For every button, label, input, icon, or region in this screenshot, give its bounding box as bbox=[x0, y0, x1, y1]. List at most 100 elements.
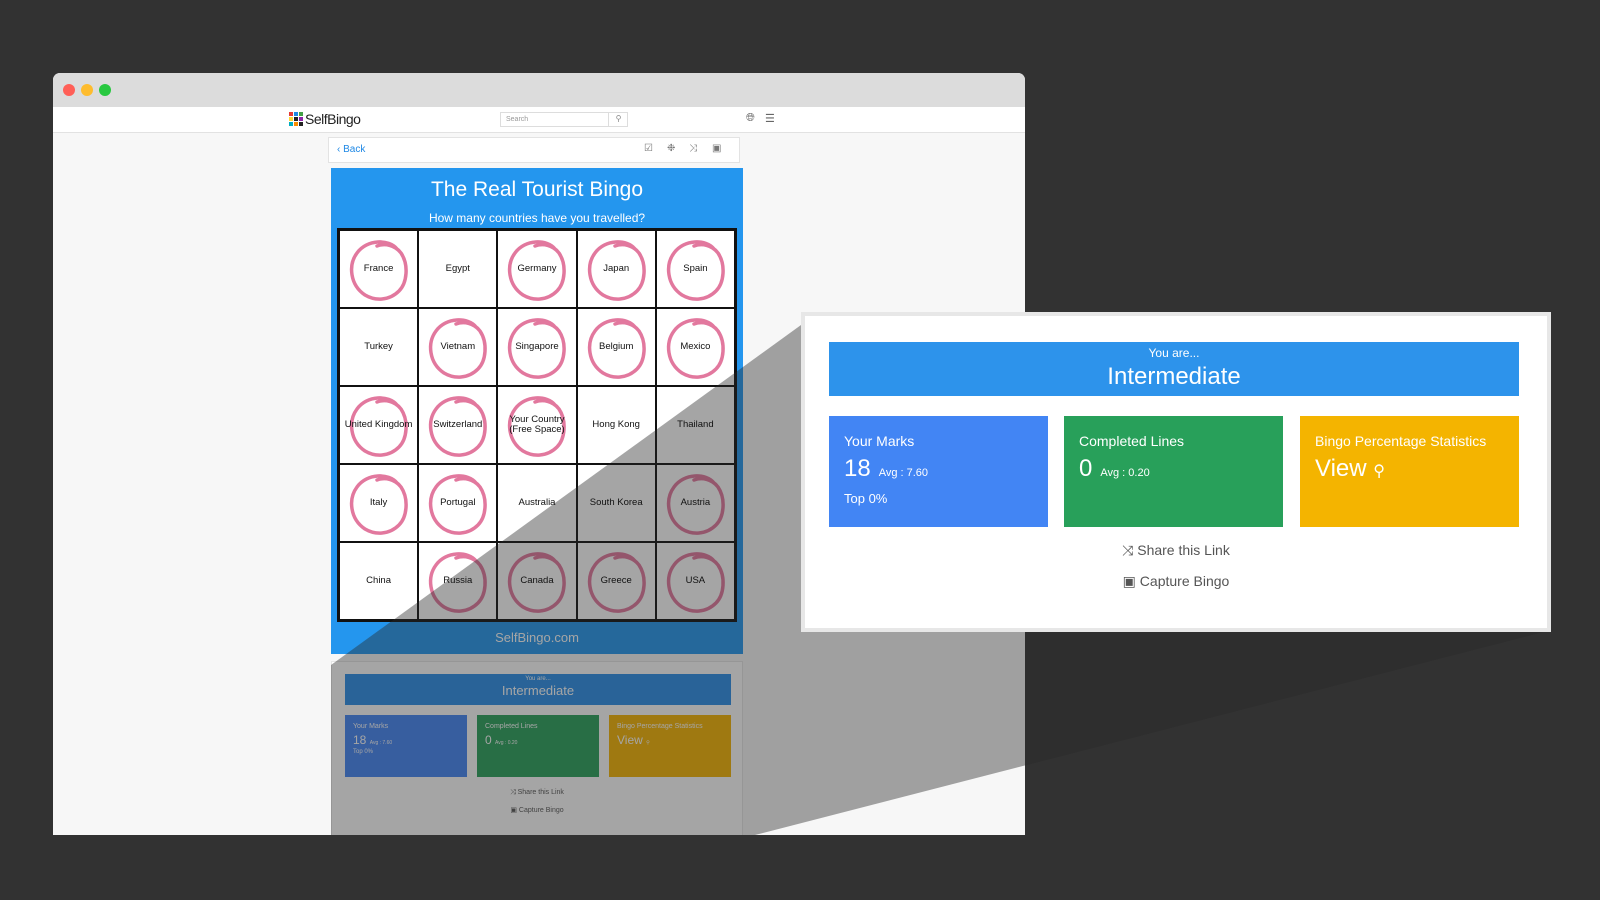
menu-icon[interactable]: ☰ bbox=[765, 112, 775, 125]
lines-value: 0 bbox=[1079, 455, 1093, 482]
search-icon: ⚲ bbox=[1373, 463, 1385, 480]
bingo-cell[interactable]: Thailand bbox=[655, 386, 735, 464]
bingo-cell[interactable]: Hong Kong bbox=[576, 386, 656, 464]
bingo-cell[interactable]: Mexico bbox=[655, 308, 735, 386]
level-banner-small: You are... Intermediate bbox=[345, 674, 731, 705]
bingo-cell-label: Canada bbox=[520, 574, 554, 586]
bingo-cell-label: Greece bbox=[600, 574, 632, 586]
logo-text: SelfBingo bbox=[305, 111, 361, 127]
bingo-cell[interactable]: Australia bbox=[497, 464, 577, 542]
marks-title: Your Marks bbox=[844, 433, 915, 449]
level-label: Intermediate bbox=[501, 683, 575, 698]
bingo-cell-label: China bbox=[366, 574, 391, 586]
back-button[interactable]: ‹ Back bbox=[337, 144, 365, 155]
bingo-cell-label: Turkey bbox=[364, 340, 393, 352]
marks-box-small: Your Marks 18 Avg : 7.60 Top 0% bbox=[345, 715, 467, 777]
share-icon[interactable]: ⤨ bbox=[689, 143, 697, 154]
bingo-cell[interactable]: Switzerland bbox=[418, 386, 498, 464]
you-are-label: You are... bbox=[525, 676, 551, 682]
bingo-cell[interactable]: France bbox=[339, 230, 419, 308]
level-label: Intermediate bbox=[1107, 363, 1241, 390]
you-are-label: You are... bbox=[1148, 346, 1200, 360]
share-icon: ⤨ bbox=[510, 789, 516, 796]
bingo-cell[interactable]: Belgium bbox=[576, 308, 656, 386]
marks-box: Your Marks 18 Avg : 7.60 Top 0% bbox=[829, 416, 1048, 527]
bingo-cell-label: Japan bbox=[603, 262, 630, 274]
site-logo[interactable]: SelfBingo bbox=[289, 111, 361, 127]
bingo-cell[interactable]: Egypt bbox=[418, 230, 498, 308]
marks-top: Top 0% bbox=[844, 491, 888, 506]
search-icon[interactable]: ⚲ bbox=[608, 112, 628, 127]
level-banner: You are... Intermediate bbox=[829, 342, 1519, 396]
stats-view-link[interactable]: View bbox=[1315, 455, 1367, 482]
bingo-cell-label: Belgium bbox=[599, 340, 634, 352]
marks-title: Your Marks bbox=[353, 723, 389, 730]
minimize-window-button[interactable] bbox=[81, 84, 93, 96]
marks-avg: Avg : 7.60 bbox=[369, 740, 393, 746]
bingo-cell[interactable]: China bbox=[339, 542, 419, 620]
bingo-cell-label: Vietnam bbox=[440, 340, 476, 352]
bingo-cell[interactable]: USA bbox=[655, 542, 735, 620]
marks-value: 18 bbox=[844, 455, 871, 482]
stats-view-label[interactable]: View bbox=[617, 733, 643, 747]
bingo-cell[interactable]: South Korea bbox=[576, 464, 656, 542]
share-link[interactable]: ⤨ Share this Link bbox=[805, 542, 1547, 559]
bug-icon[interactable]: ❉ bbox=[667, 143, 675, 154]
bingo-cell-label: Your Country (Free Space) bbox=[509, 413, 565, 435]
bingo-cell[interactable]: Your Country (Free Space) bbox=[497, 386, 577, 464]
bingo-cell[interactable]: Germany bbox=[497, 230, 577, 308]
checkbox-icon[interactable]: ☑ bbox=[644, 143, 653, 154]
bingo-cell[interactable]: Italy bbox=[339, 464, 419, 542]
bingo-cell[interactable]: Singapore bbox=[497, 308, 577, 386]
bingo-cell-label: Thailand bbox=[677, 418, 714, 430]
bingo-cell[interactable]: Canada bbox=[497, 542, 577, 620]
lines-title: Completed Lines bbox=[1079, 433, 1185, 449]
close-window-button[interactable] bbox=[63, 84, 75, 96]
lines-avg: Avg : 0.20 bbox=[495, 740, 518, 746]
maximize-window-button[interactable] bbox=[99, 84, 111, 96]
search-icon: ⚲ bbox=[646, 740, 650, 746]
bingo-cell-label: Portugal bbox=[440, 496, 476, 508]
bingo-cell[interactable]: Spain bbox=[655, 230, 735, 308]
bingo-cell-label: Austria bbox=[680, 496, 711, 508]
bingo-cell-label: South Korea bbox=[589, 496, 643, 508]
camera-icon: ▣ bbox=[1122, 573, 1136, 589]
stats-title: Bingo Percentage Statistics bbox=[617, 723, 703, 730]
bingo-cell[interactable]: Austria bbox=[655, 464, 735, 542]
bingo-card: The Real Tourist Bingo How many countrie… bbox=[331, 168, 743, 654]
bingo-cell[interactable]: Russia bbox=[418, 542, 498, 620]
capture-link[interactable]: ▣ Capture Bingo bbox=[805, 573, 1547, 590]
bingo-cell-label: Germany bbox=[517, 262, 557, 274]
bingo-cell-label: Spain bbox=[683, 262, 708, 274]
marks-avg: Avg : 7.60 bbox=[878, 467, 929, 479]
bingo-cell-label: France bbox=[363, 262, 394, 274]
bingo-subtitle: How many countries have you travelled? bbox=[428, 211, 646, 225]
stats-title: Bingo Percentage Statistics bbox=[1315, 433, 1487, 449]
bingo-grid: France Egypt Germany Japan Spain Turkey Vietna… bbox=[337, 228, 737, 622]
bingo-cell[interactable]: Portugal bbox=[418, 464, 498, 542]
camera-icon[interactable]: ▣ bbox=[712, 143, 721, 154]
bingo-cell[interactable]: Greece bbox=[576, 542, 656, 620]
brand-footer: SelfBingo.com bbox=[495, 630, 579, 645]
lines-avg: Avg : 0.20 bbox=[1100, 467, 1150, 479]
bingo-cell-label: United Kingdom bbox=[344, 418, 413, 430]
bingo-cell[interactable]: Japan bbox=[576, 230, 656, 308]
bingo-title: The Real Tourist Bingo bbox=[430, 178, 644, 201]
bingo-cell[interactable]: United Kingdom bbox=[339, 386, 419, 464]
bingo-cell-label: Hong Kong bbox=[592, 418, 640, 430]
page-toolbar: ‹ Back ☑ ❉ ⤨ ▣ bbox=[328, 137, 740, 163]
bingo-cell-label: Switzerland bbox=[433, 418, 483, 430]
globe-icon[interactable]: 🌐︎ bbox=[746, 112, 755, 125]
result-panel-zoomed: You are... Intermediate Your Marks 18 Avg… bbox=[801, 312, 1551, 632]
bingo-cell[interactable]: Turkey bbox=[339, 308, 419, 386]
logo-grid-icon bbox=[289, 112, 303, 126]
stats-box-small[interactable]: Bingo Percentage Statistics View ⚲ bbox=[609, 715, 731, 777]
stats-box[interactable]: Bingo Percentage Statistics View ⚲ bbox=[1300, 416, 1519, 527]
bingo-cell-label: Mexico bbox=[680, 340, 711, 352]
bingo-cell-label: Singapore bbox=[515, 340, 559, 352]
lines-title: Completed Lines bbox=[485, 723, 538, 730]
bingo-cell[interactable]: Vietnam bbox=[418, 308, 498, 386]
bingo-cell-label: Russia bbox=[443, 574, 473, 586]
share-link-small[interactable]: ⤨ Share this Link bbox=[332, 789, 742, 797]
capture-link-small[interactable]: ▣ Capture Bingo bbox=[332, 806, 742, 814]
